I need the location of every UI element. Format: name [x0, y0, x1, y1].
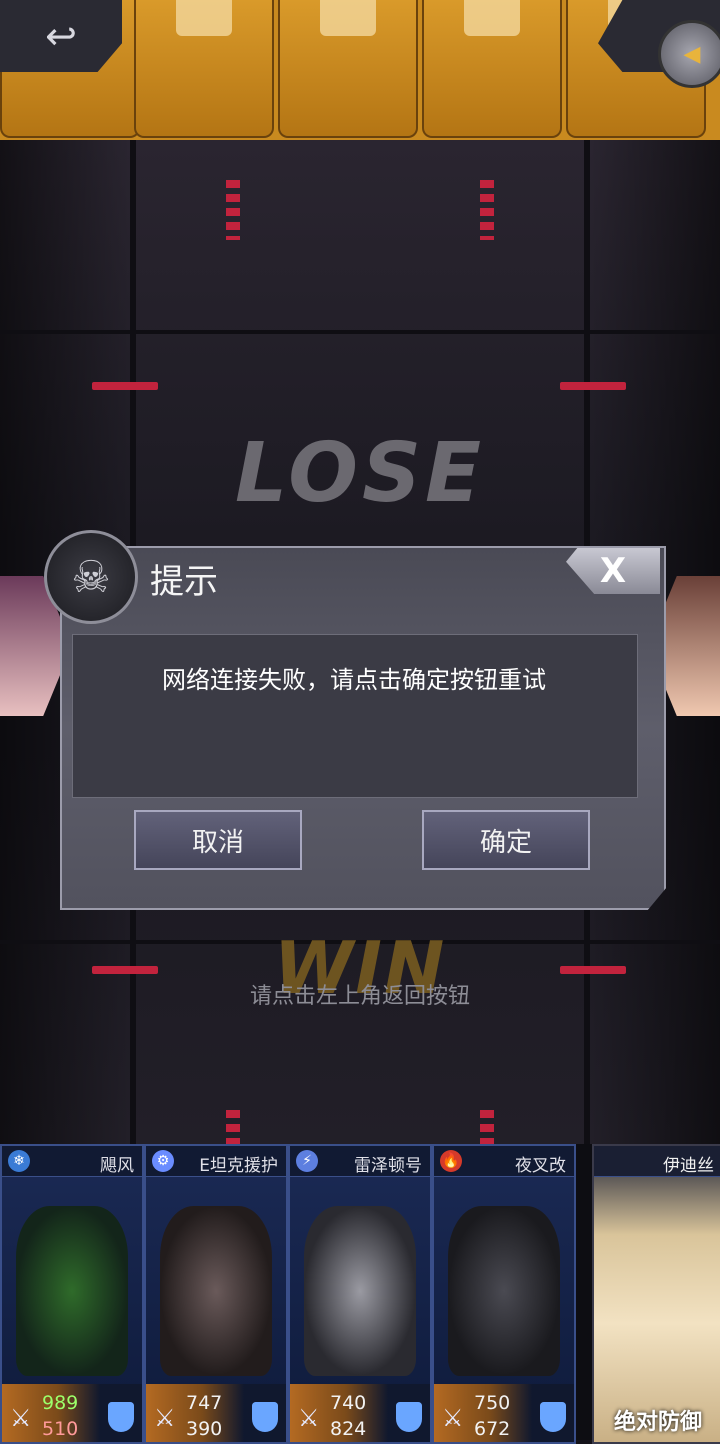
defense-value: 390	[186, 1418, 223, 1440]
shield-icon	[108, 1402, 134, 1432]
attack-value: 747	[186, 1392, 223, 1414]
unit-card[interactable]: 🔥 夜叉改 ⚔ 750 672	[432, 1144, 576, 1444]
shield-icon	[540, 1402, 566, 1432]
pilot-name: 伊迪丝	[663, 1156, 714, 1176]
sword-icon: ⚔	[298, 1404, 320, 1432]
return-hint: 请点击左上角返回按钮	[249, 984, 470, 1009]
mech-art	[160, 1206, 272, 1376]
attack-value: 750	[474, 1392, 511, 1414]
snowflake-icon: ❄	[8, 1150, 30, 1172]
unit-card[interactable]: ⚙ E坦克援护 ⚔ 747 390	[144, 1144, 288, 1444]
lose-label: LOSE	[234, 426, 486, 521]
top-slot	[134, 0, 274, 138]
sword-icon: ⚔	[154, 1404, 176, 1432]
unit-card-row: ❄ 飓风 ⚔ 989 510 ⚙ E坦克援护 ⚔ 747 390 ⚡ 雷泽顿号 …	[0, 1144, 720, 1444]
defense-value: 510	[42, 1418, 79, 1440]
unit-name: 雷泽顿号	[354, 1156, 422, 1176]
unit-name: 夜叉改	[515, 1156, 566, 1176]
unit-card[interactable]: ⚡ 雷泽顿号 ⚔ 740 824	[288, 1144, 432, 1444]
defense-value: 672	[474, 1418, 511, 1440]
dialog-title: 提示	[150, 562, 218, 602]
sword-icon: ⚔	[442, 1404, 464, 1432]
pilot-skill: 绝对防御	[613, 1410, 702, 1435]
expand-arrow-icon[interactable]: ◀	[658, 20, 720, 88]
sword-icon: ⚔	[10, 1404, 32, 1432]
unit-name: 飓风	[100, 1156, 134, 1176]
lightning-icon: ⚡	[296, 1150, 318, 1172]
mech-art	[16, 1206, 128, 1376]
shield-icon	[396, 1402, 422, 1432]
top-slot	[278, 0, 418, 138]
mech-art	[304, 1206, 416, 1376]
defense-value: 824	[330, 1418, 367, 1440]
unit-name: E坦克援护	[199, 1156, 278, 1176]
mech-art	[448, 1206, 560, 1376]
attack-value: 989	[42, 1392, 79, 1414]
fire-icon: 🔥	[440, 1150, 462, 1172]
skull-emblem-icon: ☠	[44, 530, 138, 624]
back-arrow-icon: ↩	[45, 14, 77, 58]
message-box	[72, 634, 638, 798]
confirm-button[interactable]: 确定	[422, 810, 590, 870]
tank-icon: ⚙	[152, 1150, 174, 1172]
dialog-message: 网络连接失败，请点击确定按钮重试	[162, 666, 546, 694]
attack-value: 740	[330, 1392, 367, 1414]
pilot-card[interactable]: 伊迪丝 绝对防御	[592, 1144, 720, 1444]
unit-card[interactable]: ❄ 飓风 ⚔ 989 510	[0, 1144, 144, 1444]
shield-icon	[252, 1402, 278, 1432]
cancel-button[interactable]: 取消	[134, 810, 302, 870]
top-slot	[422, 0, 562, 138]
back-button[interactable]: ↩	[0, 0, 122, 72]
